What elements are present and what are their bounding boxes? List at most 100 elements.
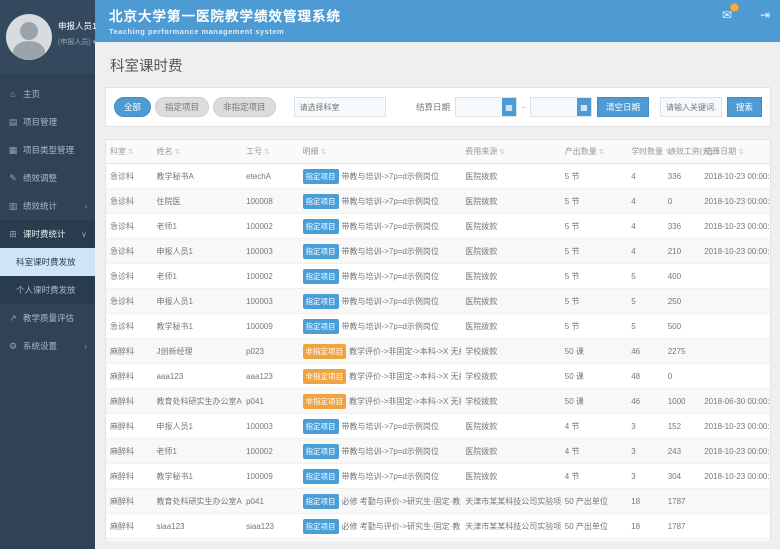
project-type-icon: ▦ — [8, 145, 18, 156]
chevron-right-icon: › — [84, 342, 87, 351]
calendar-icon[interactable]: ▦ — [577, 98, 591, 116]
cell-fund-source: 学校拨款 — [461, 364, 561, 389]
search-button[interactable]: 搜索 — [727, 97, 762, 117]
column-header[interactable]: 绩效工资(元)⇅ — [664, 140, 701, 164]
clear-date-button[interactable]: 清空日期 — [597, 97, 649, 117]
filter-all-button[interactable]: 全部 — [114, 97, 151, 117]
cell-wage: 400 — [664, 264, 701, 289]
column-header[interactable]: 学时数量⇅ — [627, 140, 664, 164]
cell-name: 老师1 — [152, 214, 242, 239]
keyword-search-input[interactable] — [660, 97, 722, 117]
project-type-badge[interactable]: 指定项目 — [303, 244, 339, 259]
project-type-badge[interactable]: 指定项目 — [303, 469, 339, 484]
sidebar-item-dept-fee[interactable]: 科室课时费发放 — [0, 248, 95, 276]
cell-name: 教学秘书A — [152, 164, 242, 189]
cell-settle-date — [700, 489, 770, 514]
cell-wage: 2198 — [664, 539, 701, 542]
line-chart-icon: ↗ — [8, 313, 18, 324]
cell-output-quantity: 5 节 — [561, 239, 627, 264]
cell-hours: 4 — [627, 239, 664, 264]
user-panel[interactable]: 申报人员1 (申报人员) ▾ — [0, 0, 95, 74]
sort-icon[interactable]: ⇅ — [264, 149, 270, 156]
column-header[interactable]: 工号⇅ — [242, 140, 298, 164]
cell-detail: 指定项目带教与培训->7p=d示例岗位 — [299, 414, 462, 439]
cell-settle-date: 2018-06-30 00:00:00 — [700, 389, 770, 414]
department-select-input[interactable] — [294, 97, 386, 117]
caret-down-icon: ▾ — [93, 39, 97, 46]
cell-fund-source: 医院拨款 — [461, 314, 561, 339]
logout-icon[interactable]: ⇥ — [760, 8, 770, 22]
notification-badge — [730, 3, 739, 12]
user-role[interactable]: (申报人员) ▾ — [58, 37, 97, 47]
cell-work-id: 100002 — [242, 264, 298, 289]
sidebar-item-fee-stats[interactable]: ⊞ 课时费统计 ∨ — [0, 220, 95, 248]
project-type-badge[interactable]: 非指定项目 — [303, 394, 347, 409]
cell-output-quantity: 50 课 — [561, 339, 627, 364]
cell-hours: 3 — [627, 414, 664, 439]
cell-department: 麻醉科 — [106, 439, 152, 464]
sidebar-item-project-type[interactable]: ▦ 项目类型管理 — [0, 136, 95, 164]
cell-settle-date — [700, 264, 770, 289]
table-row: 急诊科老师1100002指定项目带教与培训->7p=d示例岗位医院拨款5 节43… — [106, 214, 770, 239]
sidebar-item-home[interactable]: ⌂ 主页 — [0, 80, 95, 108]
filter-assigned-button[interactable]: 指定项目 — [155, 97, 209, 117]
sidebar-item-system-settings[interactable]: ⚙ 系统设置 › — [0, 332, 95, 360]
column-header[interactable]: 产出数量⇅ — [561, 140, 627, 164]
sidebar-item-personal-fee[interactable]: 个人课时费发放 — [0, 276, 95, 304]
cell-department: 麻醉科 — [106, 489, 152, 514]
cell-work-id: 100009 — [242, 314, 298, 339]
toolbar: 全部 指定项目 非指定项目 结算日期 ▦ - ▦ 清空日期 — [106, 88, 770, 126]
cell-output-quantity: 50 产出单位 — [561, 514, 627, 539]
sidebar-item-performance-stats[interactable]: ▥ 绩效统计 › — [0, 192, 95, 220]
project-type-badge[interactable]: 指定项目 — [303, 494, 339, 509]
column-header[interactable]: 姓名⇅ — [152, 140, 242, 164]
project-type-badge[interactable]: 指定项目 — [303, 419, 339, 434]
cell-detail: 指定项目带教与培训->7p=d示例岗位 — [299, 214, 462, 239]
sidebar-item-quality-eval[interactable]: ↗ 教学质量评估 — [0, 304, 95, 332]
cell-settle-date — [700, 364, 770, 389]
cell-fund-source: 学校拨款 — [461, 339, 561, 364]
table-header-row: 科室⇅姓名⇅工号⇅明细⇅费用来源⇅产出数量⇅学时数量⇅绩效工资(元)⇅结算日期⇅ — [106, 140, 770, 164]
cell-settle-date: 2018-10-23 00:00:00 — [700, 239, 770, 264]
sidebar-item-project-management[interactable]: ▤ 项目管理 — [0, 108, 95, 136]
table-row: 急诊科申报人员1100003指定项目带教与培训->7p=d示例岗位医院拨款5 节… — [106, 239, 770, 264]
project-type-badge[interactable]: 指定项目 — [303, 219, 339, 234]
cell-output-quantity: 50 产出单位 — [561, 489, 627, 514]
column-header[interactable]: 结算日期⇅ — [700, 140, 770, 164]
project-type-badge[interactable]: 指定项目 — [303, 269, 339, 284]
cell-output-quantity: 4 节 — [561, 439, 627, 464]
project-type-badge[interactable]: 指定项目 — [303, 319, 339, 334]
sort-icon[interactable]: ⇅ — [321, 149, 327, 156]
sort-icon[interactable]: ⇅ — [599, 149, 605, 156]
calendar-icon[interactable]: ▦ — [502, 98, 516, 116]
project-type-badge[interactable]: 指定项目 — [303, 294, 339, 309]
cell-fund-source: 医院拨款 — [461, 239, 561, 264]
project-type-badge[interactable]: 指定项目 — [303, 169, 339, 184]
cell-fund-source: 市级拨款 — [461, 539, 561, 542]
cell-detail: 指定项目带教与培训->7p=d示例岗位 — [299, 164, 462, 189]
project-icon: ▤ — [8, 117, 18, 128]
project-type-badge[interactable]: 非指定项目 — [303, 369, 347, 384]
column-header[interactable]: 费用来源⇅ — [461, 140, 561, 164]
cell-output-quantity: 5 节 — [561, 289, 627, 314]
message-icon[interactable]: ✉ — [722, 8, 732, 22]
project-type-badge[interactable]: 指定项目 — [303, 194, 339, 209]
cell-wage: 336 — [664, 164, 701, 189]
filter-unassigned-button[interactable]: 非指定项目 — [213, 97, 276, 117]
column-header[interactable]: 科室⇅ — [106, 140, 152, 164]
table-row: 麻醉科aaa123aaa123非指定项目教学评价->非固定->本科->X 无接触… — [106, 364, 770, 389]
project-type-badge[interactable]: 指定项目 — [303, 519, 339, 534]
sort-icon[interactable]: ⇅ — [128, 149, 134, 156]
sort-icon[interactable]: ⇅ — [499, 149, 505, 156]
cell-fund-source: 学校拨款 — [461, 389, 561, 414]
cell-name: J创新经理 — [152, 539, 242, 542]
cell-work-id: 100002 — [242, 214, 298, 239]
sidebar-item-performance-adjust[interactable]: ✎ 绩效调整 — [0, 164, 95, 192]
column-header[interactable]: 明细⇅ — [299, 140, 462, 164]
cell-work-id: p023 — [242, 539, 298, 542]
project-type-badge[interactable]: 非指定项目 — [303, 344, 347, 359]
sort-icon[interactable]: ⇅ — [174, 149, 180, 156]
cell-name: 老师1 — [152, 264, 242, 289]
sort-icon[interactable]: ⇅ — [738, 149, 744, 156]
project-type-badge[interactable]: 指定项目 — [303, 444, 339, 459]
